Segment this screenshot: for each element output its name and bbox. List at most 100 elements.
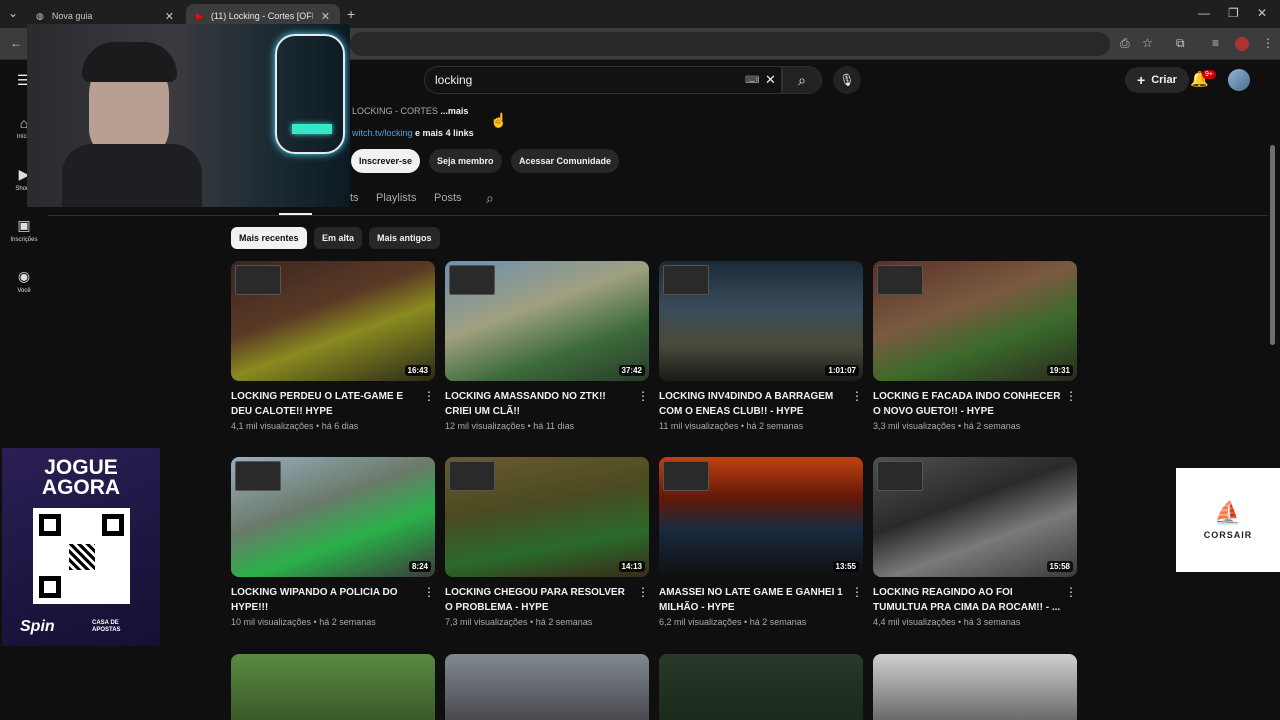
video-thumbnail[interactable]: 19:31	[873, 261, 1077, 381]
video-card[interactable]: 15:58 LOCKING REAGINDO AO FOI TUMULTUA PR…	[873, 457, 1077, 627]
video-thumbnail[interactable]	[873, 654, 1077, 720]
cursor-icon: ☝	[490, 112, 508, 128]
video-title[interactable]: LOCKING WIPANDO A POLICIA DO HYPE!!!	[231, 585, 435, 615]
more-options-icon[interactable]: ⋮	[423, 389, 435, 403]
more-links[interactable]: e mais 4 links	[415, 128, 474, 138]
video-card[interactable]: 19:31 LOCKING E FACADA INDO CONHECER O NO…	[873, 261, 1077, 431]
chip-oldest[interactable]: Mais antigos	[369, 227, 440, 249]
menu-icon[interactable]: ⋮	[1262, 36, 1274, 50]
tab-search-icon[interactable]: ⌄	[8, 6, 18, 20]
more-options-icon[interactable]: ⋮	[637, 585, 649, 599]
video-thumbnail[interactable]	[445, 654, 649, 720]
tab-shorts[interactable]: ts	[350, 192, 359, 204]
video-meta: 6,2 mil visualizações • há 2 semanas	[659, 617, 807, 627]
video-thumbnail[interactable]: 8:24	[231, 457, 435, 577]
close-icon[interactable]: ✕	[165, 10, 174, 23]
chip-latest[interactable]: Mais recentes	[231, 227, 307, 249]
thumbnail-webcam	[877, 265, 923, 295]
scrollbar[interactable]	[1270, 145, 1275, 345]
video-views: 11 mil visualizações	[659, 421, 739, 431]
sidebar-item-subscriptions[interactable]: ▣ Inscrições	[0, 217, 48, 243]
join-button[interactable]: Seja membro	[429, 149, 502, 173]
video-thumbnail[interactable]: 15:58	[873, 457, 1077, 577]
streamer-hair	[82, 42, 177, 82]
video-card[interactable]: 13:55 AMASSEI NO LATE GAME E GANHEI 1 MIL…	[659, 457, 863, 627]
video-title[interactable]: LOCKING PERDEU O LATE-GAME E DEU CALOTE!…	[231, 389, 435, 419]
video-views: 6,2 mil visualizações	[659, 617, 742, 627]
chip-popular[interactable]: Em alta	[314, 227, 363, 249]
profile-icon[interactable]	[1235, 37, 1249, 51]
video-thumbnail[interactable]: 13:55	[659, 457, 863, 577]
keyboard-icon[interactable]: ⌨	[745, 75, 759, 86]
back-icon[interactable]: ←	[10, 36, 22, 50]
sidebar-item-you[interactable]: ◉ Você	[0, 268, 48, 294]
sidebar-item-label: Você	[17, 288, 31, 294]
extensions-icon[interactable]: ⧉	[1176, 36, 1185, 51]
voice-search-button[interactable]: 🎙	[833, 66, 861, 94]
more-options-icon[interactable]: ⋮	[851, 585, 863, 599]
search-input[interactable]: locking ⌨ ✕	[424, 66, 782, 94]
video-age: há 2 semanas	[319, 617, 376, 627]
new-tab-button[interactable]: +	[347, 6, 355, 22]
video-thumbnail[interactable]: 14:13	[445, 457, 649, 577]
video-views: 10 mil visualizações	[231, 617, 312, 627]
community-button[interactable]: Acessar Comunidade	[511, 149, 620, 173]
channel-search-icon[interactable]: ⌕	[486, 190, 494, 207]
video-meta: 4,4 mil visualizações • há 3 semanas	[873, 617, 1021, 627]
create-button[interactable]: + Criar	[1125, 67, 1189, 93]
avatar[interactable]	[1228, 69, 1250, 91]
more-options-icon[interactable]: ⋮	[423, 585, 435, 599]
maximize-icon[interactable]: ❐	[1228, 6, 1239, 20]
channel-link[interactable]: witch.tv/locking	[352, 128, 413, 138]
webcam-overlay	[27, 24, 350, 207]
corsair-sails-icon: ⛵	[1214, 500, 1242, 525]
video-card[interactable]: 1:01:07 LOCKING INV4DINDO A BARRAGEM COM …	[659, 261, 863, 431]
video-title[interactable]: AMASSEI NO LATE GAME E GANHEI 1 MILHÃO -…	[659, 585, 863, 615]
video-title[interactable]: LOCKING E FACADA INDO CONHECER O NOVO GU…	[873, 389, 1077, 419]
video-duration: 14:13	[618, 561, 645, 572]
more-link[interactable]: ...mais	[440, 106, 468, 116]
more-options-icon[interactable]: ⋮	[1065, 585, 1077, 599]
betting-ad-overlay: JOGUE AGORA Spin CASA DE APOSTAS	[2, 448, 160, 646]
video-title[interactable]: LOCKING CHEGOU PARA RESOLVER O PROBLEMA …	[445, 585, 649, 615]
video-title[interactable]: LOCKING REAGINDO AO FOI TUMULTUA PRA CIM…	[873, 585, 1077, 615]
more-options-icon[interactable]: ⋮	[1065, 389, 1077, 403]
video-meta: 10 mil visualizações • há 2 semanas	[231, 617, 376, 627]
video-duration: 16:43	[404, 365, 431, 376]
video-duration: 13:55	[832, 561, 859, 572]
clear-icon[interactable]: ✕	[765, 72, 776, 88]
video-views: 4,4 mil visualizações	[873, 617, 956, 627]
qr-code	[33, 508, 130, 604]
minimize-icon[interactable]: —	[1198, 6, 1210, 20]
tab-posts[interactable]: Posts	[434, 192, 462, 204]
video-title[interactable]: LOCKING AMASSANDO NO ZTK!! CRIEI UM CLÃ!…	[445, 389, 649, 419]
video-card[interactable]: 8:24 LOCKING WIPANDO A POLICIA DO HYPE!!!…	[231, 457, 435, 627]
video-card[interactable]: 14:13 LOCKING CHEGOU PARA RESOLVER O PROB…	[445, 457, 649, 627]
close-window-icon[interactable]: ✕	[1257, 6, 1267, 20]
video-meta: 7,3 mil visualizações • há 2 semanas	[445, 617, 593, 627]
more-options-icon[interactable]: ⋮	[851, 389, 863, 403]
video-thumbnail[interactable]	[231, 654, 435, 720]
video-card[interactable]: 37:42 LOCKING AMASSANDO NO ZTK!! CRIEI UM…	[445, 261, 649, 431]
video-card[interactable]: 16:43 LOCKING PERDEU O LATE-GAME E DEU CA…	[231, 261, 435, 431]
tab-playlists[interactable]: Playlists	[376, 192, 416, 204]
install-icon[interactable]: ⎙	[1120, 36, 1130, 51]
search-button[interactable]: ⌕	[782, 66, 822, 94]
video-title[interactable]: LOCKING INV4DINDO A BARRAGEM COM O ENEAS…	[659, 389, 863, 419]
more-options-icon[interactable]: ⋮	[637, 389, 649, 403]
ad-headline: AGORA	[41, 476, 121, 499]
tab-label: (11) Locking - Cortes [OFICIAL]	[210, 11, 313, 21]
media-icon[interactable]: ≡	[1212, 36, 1219, 50]
video-age: há 2 semanas	[535, 617, 593, 627]
video-duration: 19:31	[1046, 365, 1073, 376]
video-thumbnail[interactable]: 16:43	[231, 261, 435, 381]
sponsor-name: CORSAIR	[1203, 530, 1253, 540]
subscribe-button[interactable]: Inscrever-se	[351, 149, 421, 173]
url-field[interactable]	[350, 32, 1110, 56]
video-thumbnail[interactable]: 1:01:07	[659, 261, 863, 381]
video-thumbnail[interactable]	[659, 654, 863, 720]
video-thumbnail[interactable]: 37:42	[445, 261, 649, 381]
star-icon[interactable]: ☆	[1142, 36, 1153, 50]
video-age: há 3 semanas	[963, 617, 1021, 627]
close-icon[interactable]: ✕	[321, 10, 330, 23]
